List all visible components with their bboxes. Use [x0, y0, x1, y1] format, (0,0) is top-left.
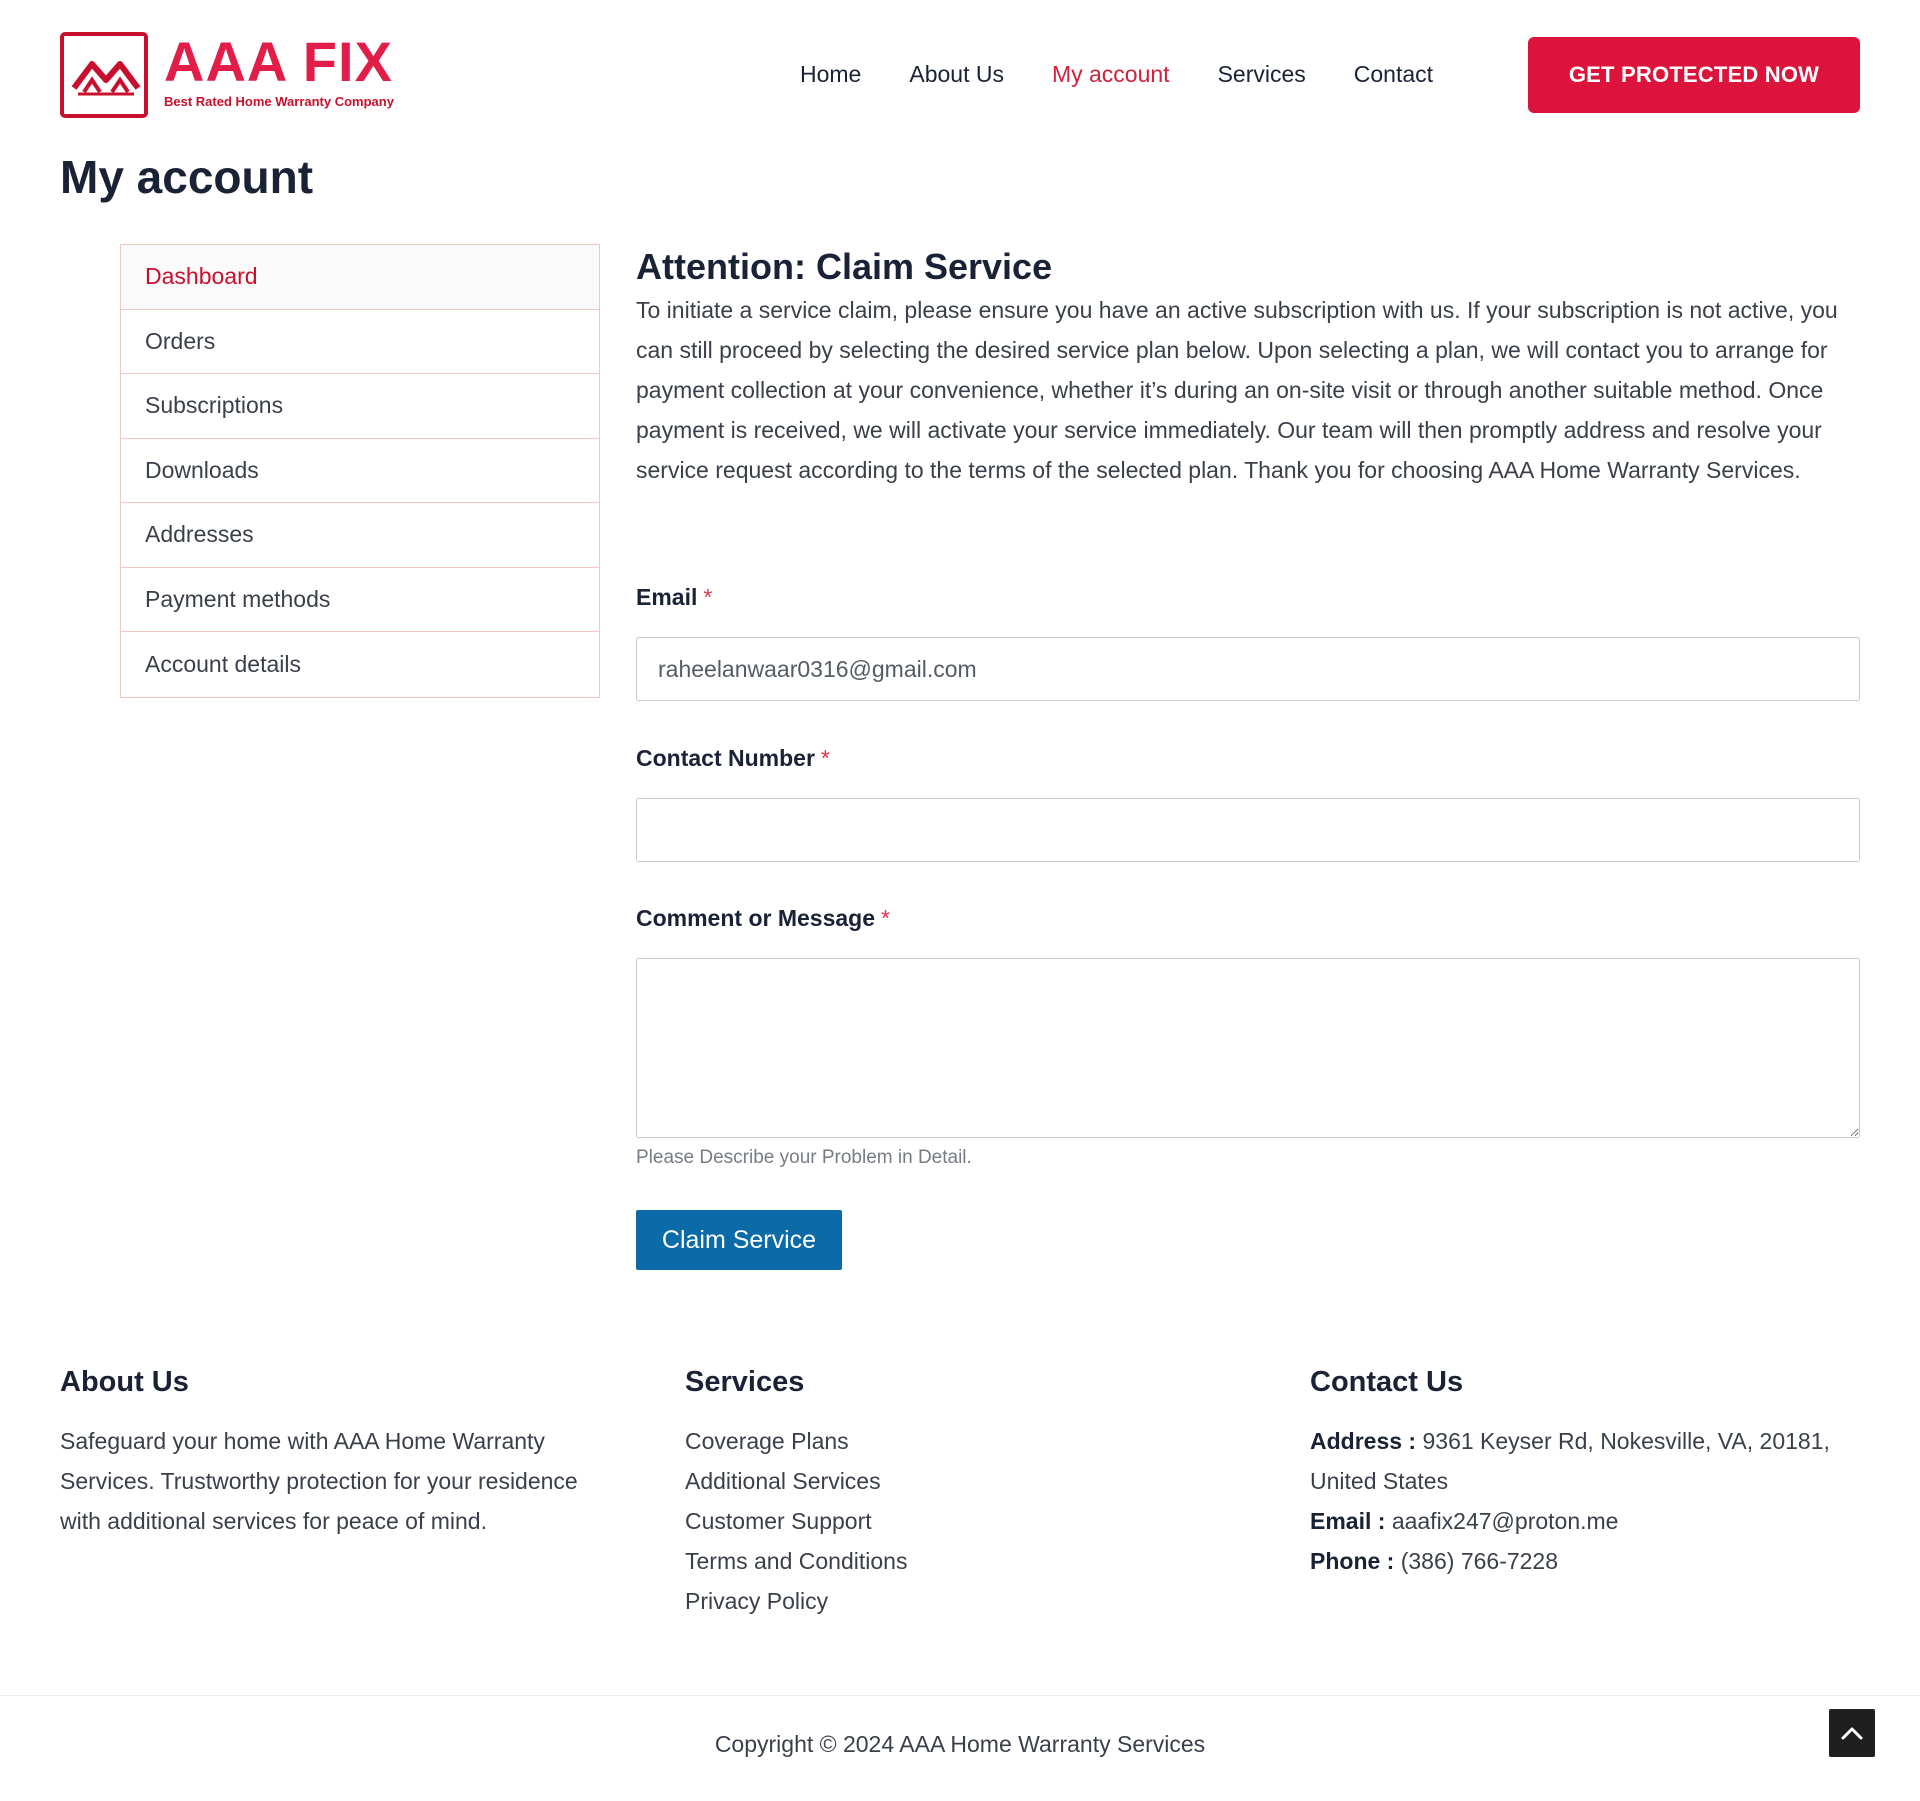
site-header: AAA FIX Best Rated Home Warranty Company…	[0, 0, 1920, 150]
nav-item-services[interactable]: Services	[1218, 58, 1306, 90]
nav-item-contact[interactable]: Contact	[1354, 58, 1433, 90]
nav-item-home[interactable]: Home	[800, 58, 861, 90]
account-sidebar: Dashboard Orders Subscriptions Downloads…	[120, 244, 600, 698]
footer-email: Email : aaafix247@proton.me	[1310, 1501, 1870, 1541]
sidebar-item-downloads[interactable]: Downloads	[121, 439, 599, 503]
sidebar-item-addresses[interactable]: Addresses	[121, 503, 599, 568]
required-marker: *	[881, 905, 890, 931]
address-label: Address :	[1310, 1428, 1417, 1454]
email-field[interactable]	[636, 637, 1860, 701]
email-contact-label: Email :	[1310, 1508, 1386, 1534]
footer-link-terms[interactable]: Terms and Conditions	[685, 1541, 1225, 1581]
footer-link-privacy[interactable]: Privacy Policy	[685, 1581, 1225, 1621]
page-title: My account	[60, 151, 314, 203]
brand-tagline: Best Rated Home Warranty Company	[164, 94, 394, 109]
claim-title: Attention: Claim Service	[636, 246, 1053, 287]
claim-description: To initiate a service claim, please ensu…	[636, 297, 1838, 483]
message-textarea[interactable]	[636, 958, 1860, 1138]
footer-divider	[0, 1695, 1920, 1696]
phone-value[interactable]: (386) 766-7228	[1401, 1548, 1558, 1574]
main-nav: Home About Us My account Services Contac…	[800, 58, 1481, 90]
footer-link-customer-support[interactable]: Customer Support	[685, 1501, 1225, 1541]
sidebar-item-orders[interactable]: Orders	[121, 310, 599, 374]
message-helper-text: Please Describe your Problem in Detail.	[636, 1147, 972, 1168]
footer-about: About Us Safeguard your home with AAA Ho…	[60, 1366, 600, 1541]
contact-number-label: Contact Number *	[636, 745, 830, 771]
footer-about-text: Safeguard your home with AAA Home Warran…	[60, 1428, 578, 1534]
sidebar-item-subscriptions[interactable]: Subscriptions	[121, 374, 599, 439]
sidebar-item-dashboard[interactable]: Dashboard	[121, 245, 599, 310]
message-label: Comment or Message *	[636, 905, 890, 931]
email-label: Email *	[636, 584, 713, 610]
sidebar-item-payment-methods[interactable]: Payment methods	[121, 568, 599, 632]
contact-number-field[interactable]	[636, 798, 1860, 862]
claim-service-button[interactable]: Claim Service	[636, 1210, 842, 1270]
footer-services: Services Coverage Plans Additional Servi…	[685, 1366, 1225, 1621]
required-marker: *	[703, 584, 713, 610]
footer-about-heading: About Us	[60, 1366, 189, 1398]
footer-contact: Contact Us Address : 9361 Keyser Rd, Nok…	[1310, 1366, 1870, 1581]
required-marker: *	[820, 745, 830, 771]
phone-label: Phone :	[1310, 1548, 1395, 1574]
chevron-up-icon	[1841, 1727, 1863, 1740]
house-roof-icon	[60, 32, 148, 118]
claim-section: Attention: Claim Service To initiate a s…	[636, 244, 1860, 1270]
footer-address: Address : 9361 Keyser Rd, Nokesville, VA…	[1310, 1421, 1870, 1501]
footer-link-additional-services[interactable]: Additional Services	[685, 1461, 1225, 1501]
site-logo[interactable]: AAA FIX Best Rated Home Warranty Company	[60, 32, 394, 118]
footer-services-heading: Services	[685, 1366, 805, 1398]
footer-phone: Phone : (386) 766-7228	[1310, 1541, 1870, 1581]
nav-item-my-account[interactable]: My account	[1052, 58, 1170, 90]
footer-link-coverage-plans[interactable]: Coverage Plans	[685, 1421, 1225, 1461]
brand-name: AAA FIX	[164, 30, 393, 93]
copyright-text: Copyright © 2024 AAA Home Warranty Servi…	[714, 1731, 1206, 1757]
email-contact-value[interactable]: aaafix247@proton.me	[1392, 1508, 1619, 1534]
footer-contact-heading: Contact Us	[1310, 1366, 1464, 1398]
sidebar-item-account-details[interactable]: Account details	[121, 632, 599, 697]
scroll-to-top-button[interactable]	[1829, 1709, 1875, 1757]
nav-item-about-us[interactable]: About Us	[909, 58, 1004, 90]
get-protected-button[interactable]: GET PROTECTED NOW	[1528, 37, 1860, 113]
